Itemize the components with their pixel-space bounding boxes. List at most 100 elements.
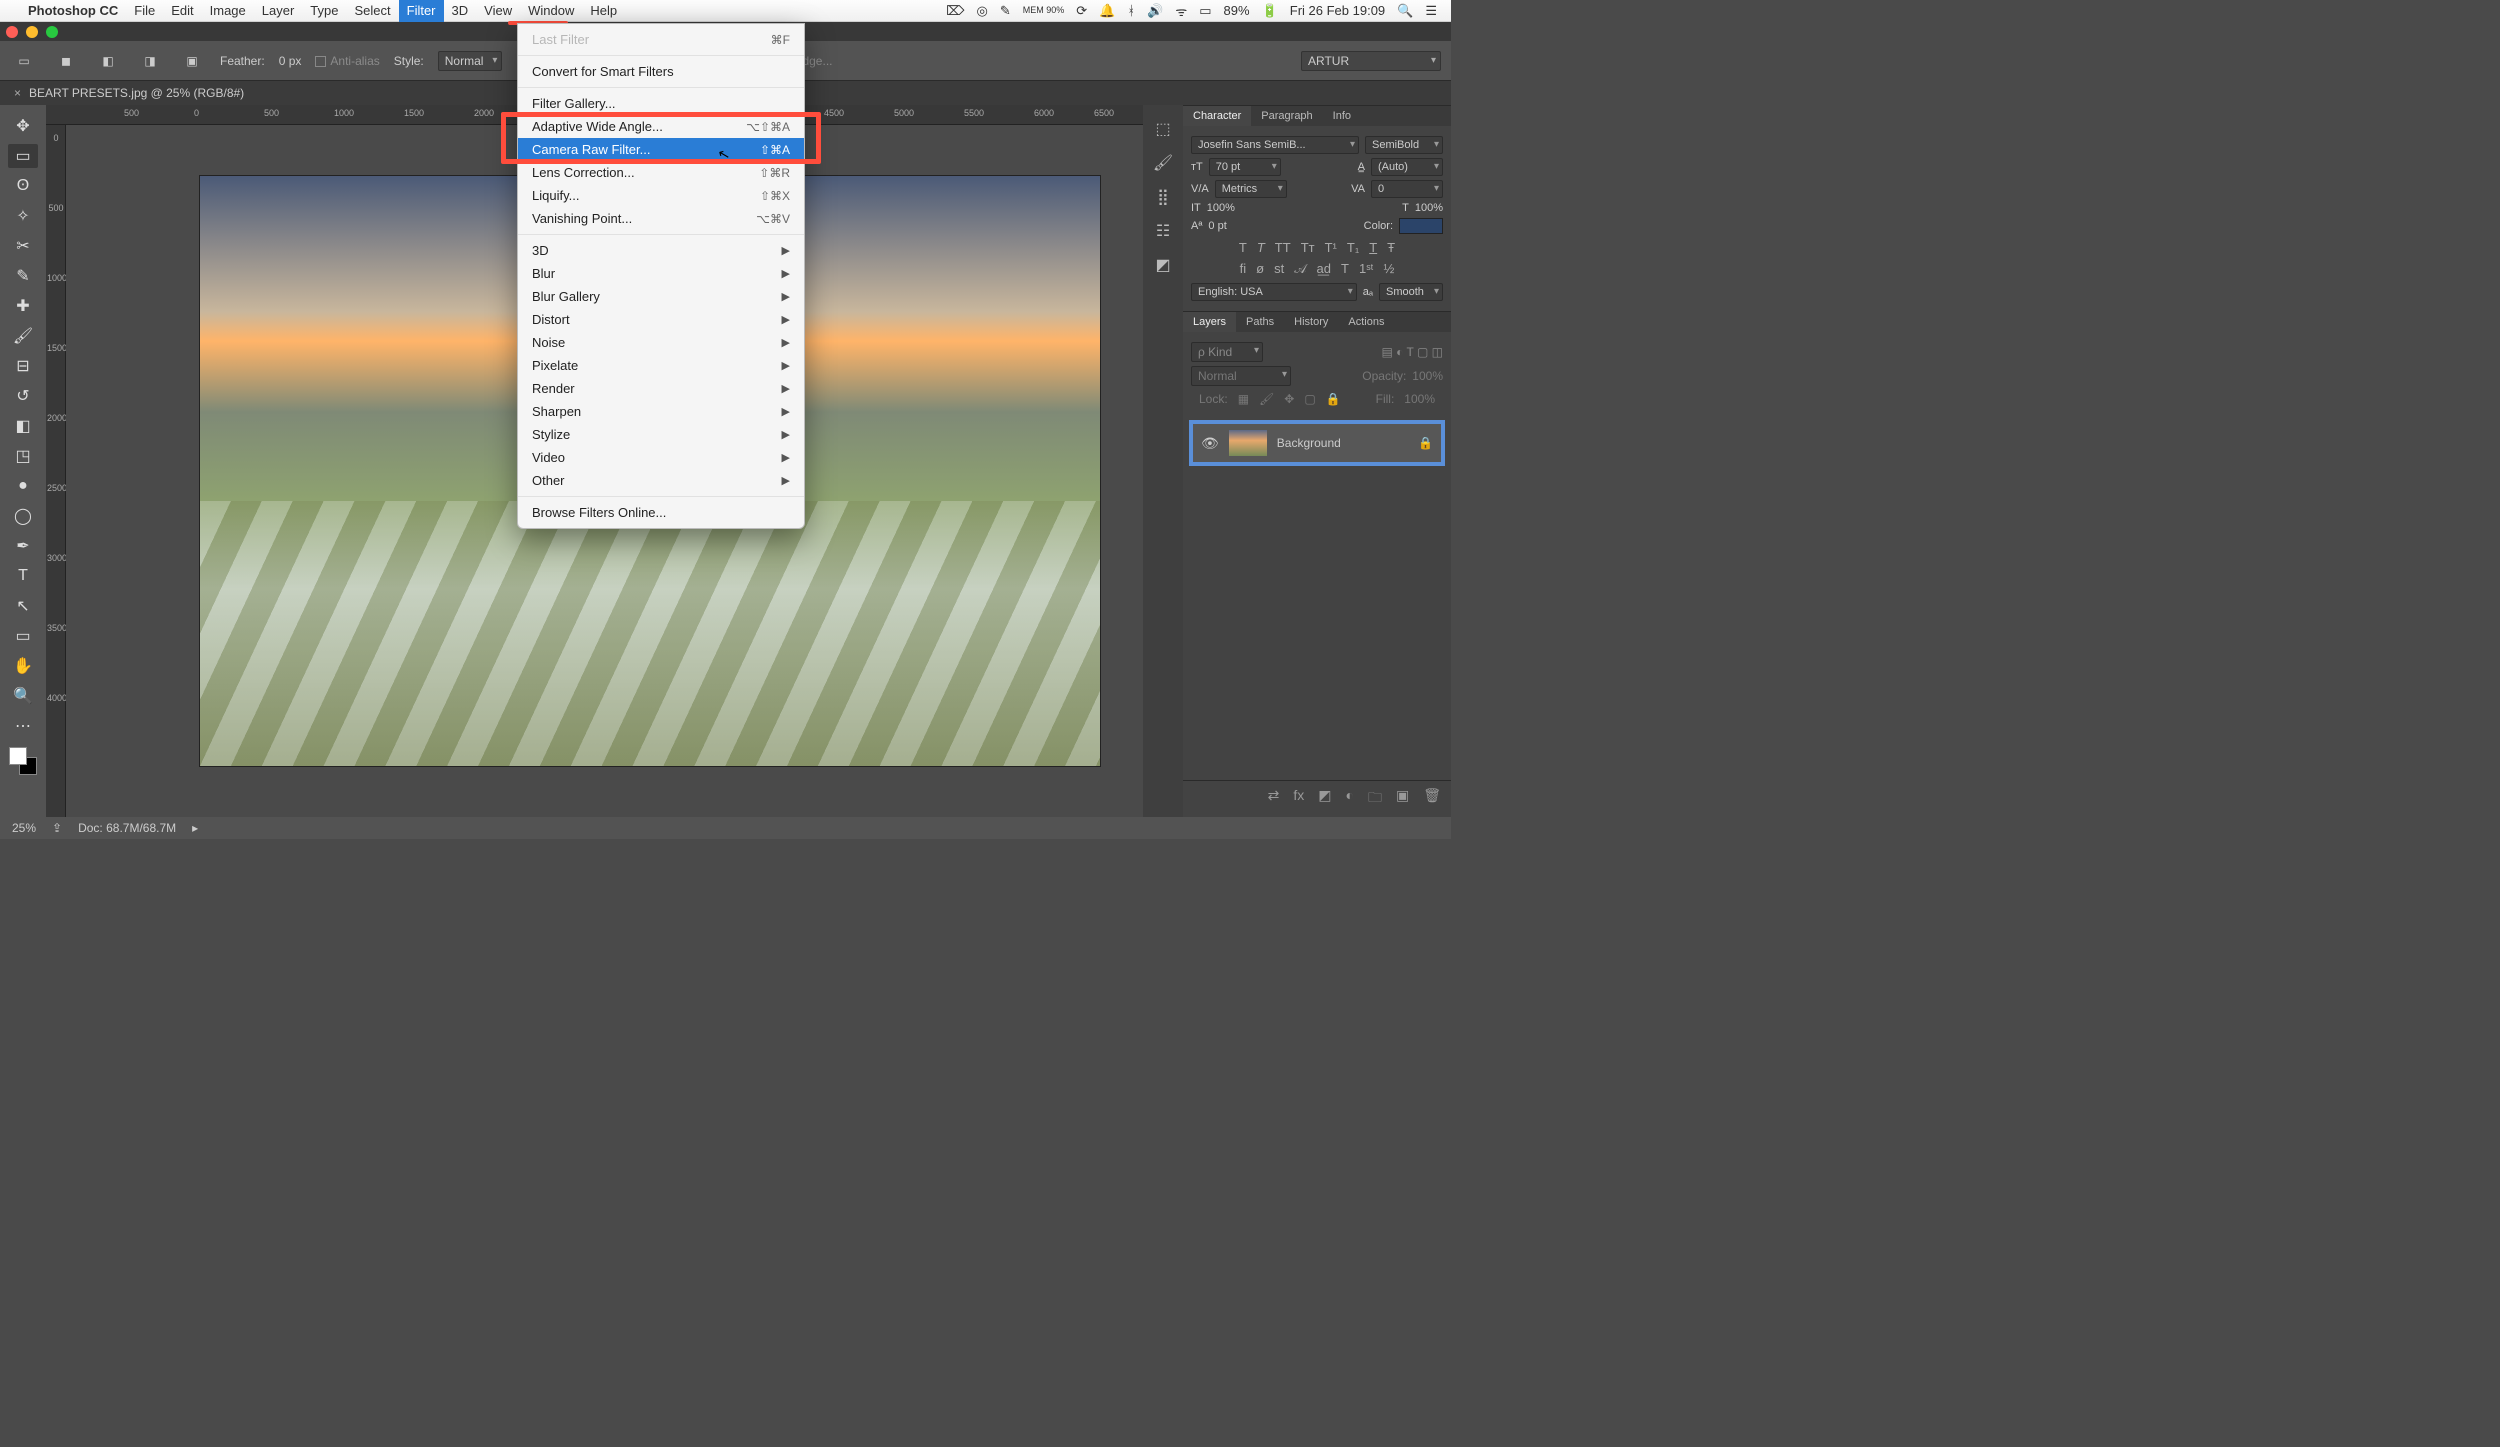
tab-info[interactable]: Info — [1323, 106, 1361, 126]
mi-sub-stylize[interactable]: Stylize▶ — [518, 423, 804, 446]
zoom-tool[interactable]: 🔍 — [8, 684, 38, 708]
type-tool[interactable]: T — [8, 564, 38, 588]
mi-adaptive-wide-angle[interactable]: Adaptive Wide Angle...⌥⇧⌘A — [518, 115, 804, 138]
link-layers-icon[interactable]: ⇄ — [1268, 787, 1280, 811]
menu-type[interactable]: Type — [302, 0, 346, 22]
color-swatch[interactable] — [9, 747, 37, 775]
language-select[interactable]: English: USA — [1191, 283, 1357, 301]
mask-icon[interactable]: ◩ — [1318, 787, 1331, 811]
mi-sub-blur-gallery[interactable]: Blur Gallery▶ — [518, 285, 804, 308]
zoom-window[interactable] — [46, 26, 58, 38]
tab-paragraph[interactable]: Paragraph — [1251, 106, 1322, 126]
anti-alias-select[interactable]: Smooth — [1379, 283, 1443, 301]
menu-edit[interactable]: Edit — [163, 0, 201, 22]
tab-actions[interactable]: Actions — [1338, 312, 1394, 332]
type-style-buttons[interactable]: TTTTTтT¹T₁TŦ — [1191, 240, 1443, 255]
mi-filter-gallery[interactable]: Filter Gallery... — [518, 92, 804, 115]
tab-character[interactable]: Character — [1183, 106, 1251, 126]
marquee-tool[interactable]: ▭ — [8, 144, 38, 168]
mi-sub-blur[interactable]: Blur▶ — [518, 262, 804, 285]
mem-icon[interactable]: MEM 90% — [1023, 6, 1065, 15]
crop-tool[interactable]: ✂ — [8, 234, 38, 258]
layer-row-background[interactable]: 👁 Background 🔒 — [1193, 424, 1441, 462]
3d-panel-icon[interactable]: ⬚ — [1155, 119, 1170, 139]
evernote-icon[interactable]: ✎ — [1000, 3, 1011, 19]
filter-type-icons[interactable]: ▤ ◐ T ▢ ◫ — [1382, 345, 1444, 359]
lock-trans-icon[interactable]: ▦ — [1238, 392, 1249, 406]
menu-file[interactable]: File — [126, 0, 163, 22]
mi-sub-noise[interactable]: Noise▶ — [518, 331, 804, 354]
group-icon[interactable]: 🗀 — [1368, 787, 1382, 811]
app-name[interactable]: Photoshop CC — [20, 0, 126, 22]
selection-intersect-icon[interactable]: ▣ — [178, 47, 206, 75]
menu-layer[interactable]: Layer — [254, 0, 303, 22]
lasso-tool[interactable]: ʘ — [8, 174, 38, 198]
bluetooth-icon[interactable]: ᚼ — [1127, 3, 1135, 18]
sync-icon[interactable]: ⟳ — [1076, 3, 1087, 19]
mi-lens-correction[interactable]: Lens Correction...⇧⌘R — [518, 161, 804, 184]
new-layer-icon[interactable]: ▣ — [1396, 787, 1409, 811]
mi-sub-video[interactable]: Video▶ — [518, 446, 804, 469]
mi-sub-pixelate[interactable]: Pixelate▶ — [518, 354, 804, 377]
mi-browse-filters[interactable]: Browse Filters Online... — [518, 501, 804, 524]
shape-tool[interactable]: ▭ — [8, 624, 38, 648]
tool-preset-icon[interactable]: ▭ — [10, 47, 38, 75]
quick-select-tool[interactable]: ✧ — [8, 204, 38, 228]
mi-sub-sharpen[interactable]: Sharpen▶ — [518, 400, 804, 423]
zoom-level[interactable]: 25% — [12, 821, 36, 835]
lock-all-icon[interactable]: 🔒 — [1326, 392, 1341, 406]
display-icon[interactable]: ▭ — [1199, 3, 1211, 19]
spotlight-icon[interactable]: 🔍 — [1397, 3, 1413, 19]
kerning-select[interactable]: Metrics — [1215, 180, 1287, 198]
battery-icon[interactable]: 🔋 — [1262, 3, 1278, 19]
font-size-select[interactable]: 70 pt — [1209, 158, 1281, 176]
fx-icon[interactable]: fx — [1293, 787, 1304, 811]
tab-layers[interactable]: Layers — [1183, 312, 1236, 332]
delete-layer-icon[interactable]: 🗑 — [1423, 787, 1441, 811]
hscale-value[interactable]: 100% — [1415, 202, 1443, 214]
swatches-panel-icon[interactable]: ⣿ — [1157, 187, 1169, 207]
path-select-tool[interactable]: ↖ — [8, 594, 38, 618]
menu-view[interactable]: View — [476, 0, 520, 22]
color-swatch-button[interactable] — [1399, 218, 1443, 234]
layer-lock-icon[interactable]: 🔒 — [1418, 436, 1433, 450]
dodge-tool[interactable]: ◯ — [8, 504, 38, 528]
mi-convert-smart[interactable]: Convert for Smart Filters — [518, 60, 804, 83]
move-tool[interactable]: ✥ — [8, 114, 38, 138]
healing-tool[interactable]: ✚ — [8, 294, 38, 318]
filter-kind-select[interactable]: ρ Kind — [1191, 342, 1263, 362]
opentype-buttons[interactable]: fiøst𝒜a͟dT1ˢᵗ½ — [1191, 261, 1443, 277]
font-weight-select[interactable]: SemiBold — [1365, 136, 1443, 154]
hand-tool[interactable]: ✋ — [8, 654, 38, 678]
doc-size-arrow[interactable]: ▸ — [192, 821, 198, 835]
eyedropper-tool[interactable]: ✎ — [8, 264, 38, 288]
close-tab-icon[interactable]: × — [14, 86, 21, 100]
lock-paint-icon[interactable]: 🖌 — [1259, 392, 1274, 406]
brush-tool[interactable]: 🖌 — [8, 324, 38, 348]
stamp-tool[interactable]: ⊟ — [8, 354, 38, 378]
menu-select[interactable]: Select — [346, 0, 398, 22]
minimize-window[interactable] — [26, 26, 38, 38]
selection-add-icon[interactable]: ◧ — [94, 47, 122, 75]
close-window[interactable] — [6, 26, 18, 38]
share-icon[interactable]: ⇪ — [52, 821, 62, 835]
styles-panel-icon[interactable]: ◩ — [1155, 255, 1170, 275]
vscale-value[interactable]: 100% — [1207, 202, 1235, 214]
history-brush-tool[interactable]: ↺ — [8, 384, 38, 408]
mi-sub-other[interactable]: Other▶ — [518, 469, 804, 492]
volume-icon[interactable]: 🔊 — [1147, 3, 1163, 19]
adjustments-panel-icon[interactable]: ☷ — [1156, 221, 1170, 241]
pen-tool[interactable]: ✒ — [8, 534, 38, 558]
clock[interactable]: Fri 26 Feb 19:09 — [1290, 3, 1385, 18]
wifi-icon[interactable]: ᯤ — [1175, 2, 1187, 20]
menu-window[interactable]: Window — [520, 0, 582, 22]
tracking-select[interactable]: 0 — [1371, 180, 1443, 198]
doc-size[interactable]: Doc: 68.7M/68.7M — [78, 821, 176, 835]
blur-tool[interactable]: ● — [8, 474, 38, 498]
menu-icon[interactable]: ☰ — [1425, 3, 1437, 19]
menu-image[interactable]: Image — [202, 0, 254, 22]
style-select[interactable]: Normal — [438, 51, 503, 71]
menu-3d[interactable]: 3D — [444, 0, 477, 22]
mi-vanishing-point[interactable]: Vanishing Point...⌥⌘V — [518, 207, 804, 230]
feather-value[interactable]: 0 px — [279, 54, 302, 68]
